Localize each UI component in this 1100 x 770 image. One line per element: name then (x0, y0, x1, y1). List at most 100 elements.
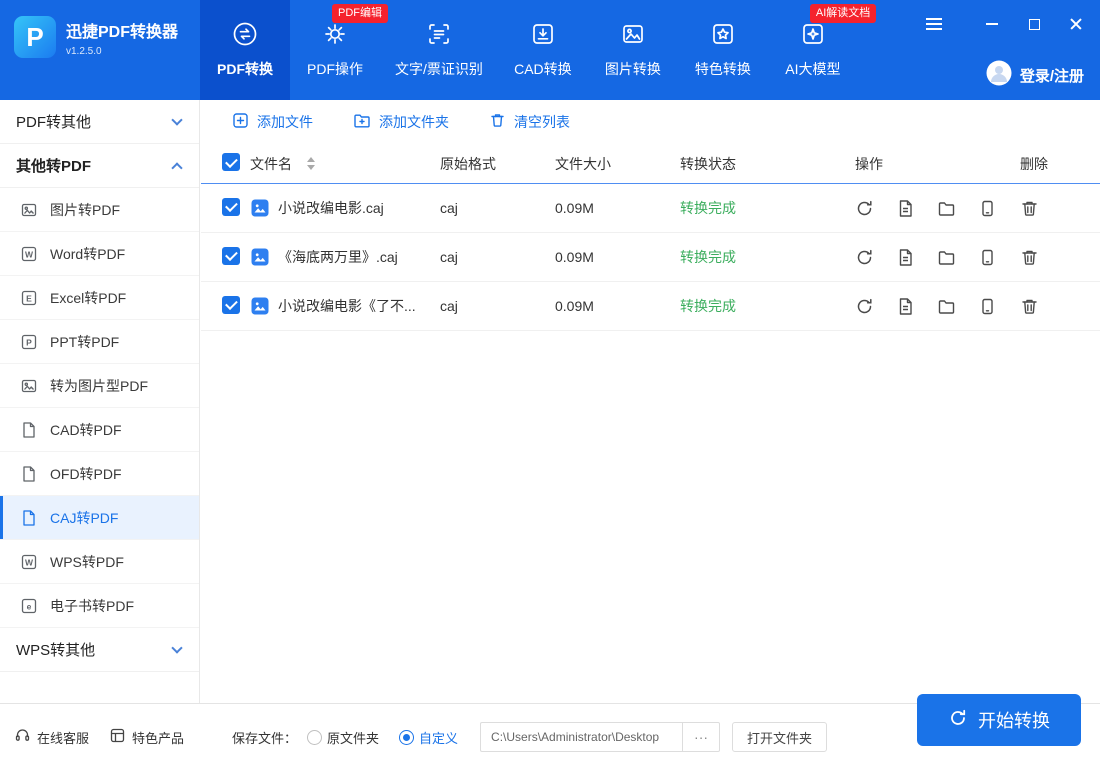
sidebar-group-wps-to-other[interactable]: WPS转其他 (0, 628, 199, 672)
sidebar-item-label: Word转PDF (50, 244, 125, 264)
tab-image-convert[interactable]: 图片转换 (588, 0, 678, 100)
file-name: 小说改编电影.caj (278, 198, 384, 218)
menu-icon[interactable] (926, 16, 942, 32)
add-folder-label: 添加文件夹 (379, 112, 449, 132)
trash-icon[interactable] (1020, 199, 1039, 218)
row-checkbox[interactable] (222, 247, 240, 265)
top-bar: P 迅捷PDF转换器 v1.2.5.0 PDF转换 PDF编辑 PDF操作 (0, 0, 1100, 100)
online-service-link[interactable]: 在线客服 (14, 727, 89, 747)
save-options: 保存文件： 原文件夹 自定义 ··· 打开文件夹 (232, 704, 827, 770)
sidebar-item-ppt-to-pdf[interactable]: P PPT转PDF (0, 320, 199, 364)
top-nav: PDF转换 PDF编辑 PDF操作 文字/票证识别 CAD转换 (200, 0, 858, 100)
column-filename[interactable]: 文件名 (250, 154, 440, 174)
tab-ocr-label: 文字/票证识别 (395, 59, 483, 79)
table-row: 小说改编电影.caj caj 0.09M 转换完成 (201, 184, 1100, 233)
sidebar-item-cad-to-pdf[interactable]: CAD转PDF (0, 408, 199, 452)
add-file-button[interactable]: 添加文件 (232, 112, 313, 132)
add-file-label: 添加文件 (257, 112, 313, 132)
chevron-up-icon (171, 162, 182, 173)
trash-icon[interactable] (1020, 248, 1039, 267)
featured-products-label: 特色产品 (132, 728, 184, 747)
folder-icon[interactable] (937, 199, 956, 218)
convert-icon (232, 21, 258, 50)
refresh-icon[interactable] (855, 199, 874, 218)
featured-products-link[interactable]: 特色产品 (109, 727, 184, 747)
wps-icon: W (20, 553, 38, 571)
refresh-icon[interactable] (855, 248, 874, 267)
clear-list-button[interactable]: 清空列表 (489, 112, 570, 132)
sidebar-item-label: CAJ转PDF (50, 508, 118, 528)
sidebar-group-pdf-to-other[interactable]: PDF转其他 (0, 100, 199, 144)
file-format: caj (440, 249, 555, 265)
document-icon[interactable] (896, 248, 915, 267)
folder-icon[interactable] (937, 248, 956, 267)
sidebar: PDF转其他 其他转PDF 图片转PDF W Word转PDF E Excel转… (0, 100, 200, 703)
sidebar-item-ofd-to-pdf[interactable]: OFD转PDF (0, 452, 199, 496)
document-icon[interactable] (896, 199, 915, 218)
cad-doc-icon (20, 421, 38, 439)
file-name: 小说改编电影《了不... (278, 296, 416, 316)
close-icon[interactable] (1068, 16, 1084, 32)
chevron-down-icon (171, 642, 182, 653)
sidebar-item-wps-to-pdf[interactable]: W WPS转PDF (0, 540, 199, 584)
star-convert-icon (710, 21, 736, 50)
sidebar-item-to-image-pdf[interactable]: 转为图片型PDF (0, 364, 199, 408)
tab-pdf-convert[interactable]: PDF转换 (200, 0, 290, 100)
ebook-icon: e (20, 597, 38, 615)
main-panel: 添加文件 添加文件夹 清空列表 文件名 (201, 100, 1100, 703)
status-text: 转换完成 (680, 247, 855, 267)
file-size: 0.09M (555, 200, 680, 216)
sidebar-item-ebook-to-pdf[interactable]: e 电子书转PDF (0, 584, 199, 628)
refresh-icon[interactable] (855, 297, 874, 316)
app-title: 迅捷PDF转换器 (66, 18, 178, 42)
start-convert-button[interactable]: 开始转换 (917, 694, 1081, 746)
gear-icon (322, 21, 348, 50)
sidebar-item-label: Excel转PDF (50, 288, 126, 308)
sidebar-item-caj-to-pdf[interactable]: CAJ转PDF (0, 496, 199, 540)
folder-icon[interactable] (937, 297, 956, 316)
sidebar-group-other-to-pdf[interactable]: 其他转PDF (0, 144, 199, 188)
tab-featured-convert[interactable]: 特色转换 (678, 0, 768, 100)
ai-icon (800, 21, 826, 50)
sort-icon[interactable] (307, 157, 315, 170)
trash-icon[interactable] (1020, 297, 1039, 316)
sidebar-item-excel-to-pdf[interactable]: E Excel转PDF (0, 276, 199, 320)
svg-text:W: W (25, 249, 34, 259)
chevron-down-icon (171, 114, 182, 125)
sidebar-item-word-to-pdf[interactable]: W Word转PDF (0, 232, 199, 276)
caj-file-icon (250, 247, 270, 267)
file-name: 《海底两万里》.caj (278, 247, 398, 267)
output-path-input[interactable] (480, 722, 682, 752)
preview-icon[interactable] (978, 248, 997, 267)
file-size: 0.09M (555, 298, 680, 314)
select-all-checkbox[interactable] (222, 153, 240, 171)
tab-cad-convert[interactable]: CAD转换 (498, 0, 588, 100)
maximize-icon[interactable] (1026, 16, 1042, 32)
sidebar-item-image-to-pdf[interactable]: 图片转PDF (0, 188, 199, 232)
ocr-scan-icon (426, 21, 452, 50)
add-file-icon (232, 112, 249, 132)
sidebar-item-label: WPS转PDF (50, 552, 124, 572)
badge-ai-doc: AI解读文档 (810, 4, 876, 23)
row-checkbox[interactable] (222, 296, 240, 314)
minimize-icon[interactable] (984, 16, 1000, 32)
add-folder-icon (353, 112, 371, 132)
column-format: 原始格式 (440, 154, 555, 174)
preview-icon[interactable] (978, 199, 997, 218)
column-size: 文件大小 (555, 154, 680, 174)
radio-custom-folder[interactable]: 自定义 (399, 728, 458, 747)
document-icon[interactable] (896, 297, 915, 316)
preview-icon[interactable] (978, 297, 997, 316)
row-checkbox[interactable] (222, 198, 240, 216)
start-convert-label: 开始转换 (978, 707, 1050, 733)
tab-ocr[interactable]: 文字/票证识别 (380, 0, 498, 100)
tab-pdf-operate[interactable]: PDF编辑 PDF操作 (290, 0, 380, 100)
add-folder-button[interactable]: 添加文件夹 (353, 112, 449, 132)
browse-button[interactable]: ··· (682, 722, 720, 752)
open-folder-button[interactable]: 打开文件夹 (732, 722, 827, 752)
tab-ai-model[interactable]: AI解读文档 AI大模型 (768, 0, 858, 100)
radio-original-folder-label: 原文件夹 (327, 728, 379, 747)
radio-original-folder[interactable]: 原文件夹 (307, 728, 379, 747)
refresh-icon (948, 708, 968, 733)
login-register-button[interactable]: 登录/注册 (986, 60, 1084, 90)
